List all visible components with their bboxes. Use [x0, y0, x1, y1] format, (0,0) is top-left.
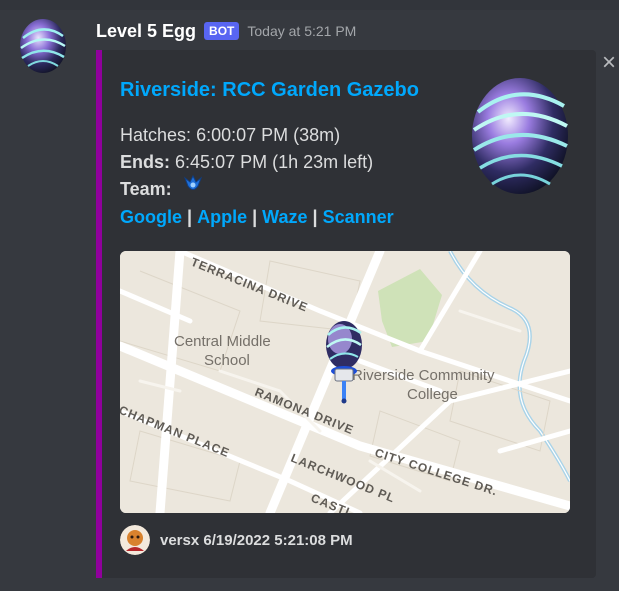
waze-link[interactable]: Waze: [262, 207, 307, 227]
bot-badge: BOT: [204, 22, 240, 40]
username[interactable]: Level 5 Egg: [96, 21, 196, 42]
link-separator: |: [312, 207, 318, 228]
map-label-central-middle: Central Middle: [174, 333, 271, 350]
ends-label: Ends:: [120, 152, 171, 172]
hatches-line: Hatches: 6:00:07 PM (38m): [120, 122, 394, 149]
embed-card: Riverside: RCC Garden Gazebo Hatches: 6:…: [96, 50, 596, 578]
team-line: Team:: [120, 174, 394, 204]
ends-line: Ends: 6:45:07 PM (1h 23m left): [120, 149, 394, 176]
link-separator: |: [252, 207, 258, 228]
links-line: Google | Apple | Waze | Scanner: [120, 204, 394, 231]
map-label-riverside-cc: Riverside Community: [352, 367, 495, 384]
team-label: Team:: [120, 179, 172, 199]
map-image[interactable]: TERRACINA DRIVE Central Middle School Ri…: [120, 251, 570, 513]
message-header: Level 5 Egg BOT Today at 5:21 PM: [96, 18, 356, 44]
apple-link[interactable]: Apple: [197, 207, 247, 227]
ends-value: 6:45:07 PM (1h 23m left): [175, 152, 374, 172]
close-icon[interactable]: ×: [598, 51, 619, 75]
mystic-team-icon: [183, 174, 203, 202]
top-strip: [0, 0, 619, 10]
hatches-value: 6:00:07 PM (38m): [196, 125, 341, 145]
scanner-link[interactable]: Scanner: [323, 207, 394, 227]
embed-footer: versx 6/19/2022 5:21:08 PM: [120, 525, 353, 555]
map-label-college: College: [407, 386, 458, 403]
embed-description: Hatches: 6:00:07 PM (38m) Ends: 6:45:07 …: [120, 122, 394, 231]
footer-avatar: [120, 525, 150, 555]
egg-thumbnail[interactable]: [468, 72, 572, 196]
bot-avatar[interactable]: [14, 16, 72, 74]
message-timestamp[interactable]: Today at 5:21 PM: [247, 23, 356, 39]
embed-accent-bar: [96, 50, 102, 578]
footer-text: versx 6/19/2022 5:21:08 PM: [160, 531, 353, 549]
google-link[interactable]: Google: [120, 207, 182, 227]
link-separator: |: [187, 207, 193, 228]
hatches-label: Hatches:: [120, 125, 192, 145]
embed-title[interactable]: Riverside: RCC Garden Gazebo: [120, 79, 419, 102]
map-label-school: School: [204, 352, 250, 369]
